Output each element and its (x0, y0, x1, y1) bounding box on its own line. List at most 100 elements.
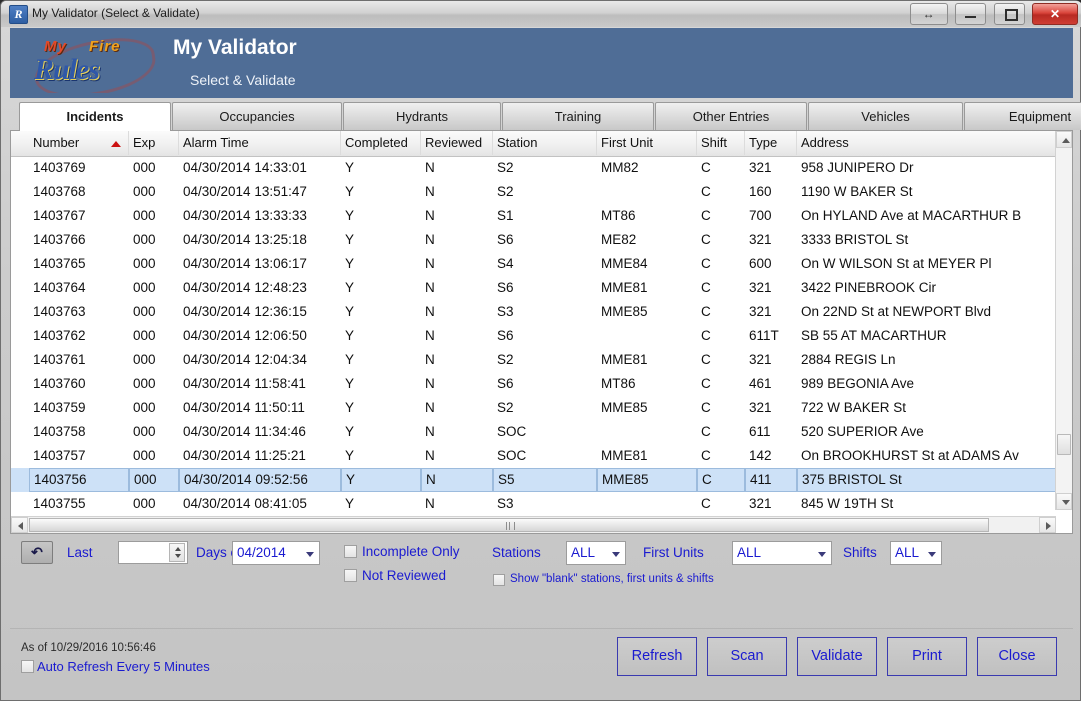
stepper-up-icon (175, 547, 181, 551)
table-row[interactable]: 140376800004/30/2014 13:51:47YNS2C160119… (11, 180, 1056, 204)
cell-address: 2884 REGIS Ln (797, 348, 1056, 372)
cell-exp: 000 (129, 180, 179, 204)
table-row[interactable]: 140376700004/30/2014 13:33:33YNS1MT86C70… (11, 204, 1056, 228)
cell-first_unit: MME81 (597, 444, 697, 468)
tab-vehicles[interactable]: Vehicles (808, 102, 963, 130)
print-button[interactable]: Print (887, 637, 967, 676)
cell-exp: 000 (129, 492, 179, 510)
minimize-icon (965, 16, 976, 18)
column-header-number[interactable]: Number (29, 131, 129, 155)
table-row[interactable]: 140376900004/30/2014 14:33:01YNS2MM82C32… (11, 156, 1056, 180)
cell-reviewed: N (421, 444, 493, 468)
tab-training[interactable]: Training (502, 102, 654, 130)
auto-refresh-label: Auto Refresh Every 5 Minutes (37, 659, 210, 674)
cell-number: 1403761 (29, 348, 129, 372)
cell-shift: C (697, 444, 745, 468)
column-header-type[interactable]: Type (745, 131, 797, 155)
incomplete-only-checkbox[interactable] (344, 545, 357, 558)
column-header-completed[interactable]: Completed (341, 131, 421, 155)
table-row[interactable]: 140376300004/30/2014 12:36:15YNS3MME85C3… (11, 300, 1056, 324)
cell-exp: 000 (129, 276, 179, 300)
cell-alarm_time: 04/30/2014 13:33:33 (179, 204, 341, 228)
cell-reviewed: N (421, 276, 493, 300)
cell-number: 1403756 (29, 468, 129, 492)
shifts-select[interactable]: ALL (890, 541, 942, 565)
days-stepper[interactable] (118, 541, 188, 564)
cell-alarm_time: 04/30/2014 11:58:41 (179, 372, 341, 396)
table-row[interactable]: 140376100004/30/2014 12:04:34YNS2MME81C3… (11, 348, 1056, 372)
cell-number: 1403766 (29, 228, 129, 252)
horizontal-scroll-thumb[interactable] (29, 518, 989, 532)
column-header-shift[interactable]: Shift (697, 131, 745, 155)
vertical-scroll-thumb[interactable] (1057, 434, 1071, 455)
cell-reviewed: N (421, 324, 493, 348)
column-header-reviewed[interactable]: Reviewed (421, 131, 493, 155)
cell-station: S6 (493, 324, 597, 348)
filter-bar: ↶ Last Days or 04/2014 Incomplete Only N… (10, 536, 1073, 598)
close-icon: ✕ (1033, 4, 1077, 24)
cell-address: On HYLAND Ave at MACARTHUR B (797, 204, 1056, 228)
column-header-first-unit[interactable]: First Unit (597, 131, 697, 155)
tab-other-entries[interactable]: Other Entries (655, 102, 807, 130)
table-row[interactable]: 140376500004/30/2014 13:06:17YNS4MME84C6… (11, 252, 1056, 276)
cell-number: 1403769 (29, 156, 129, 180)
stations-select[interactable]: ALL (566, 541, 626, 565)
table-row[interactable]: 140375900004/30/2014 11:50:11YNS2MME85C3… (11, 396, 1056, 420)
scroll-right-button[interactable] (1039, 517, 1056, 533)
close-button[interactable]: ✕ (1032, 3, 1078, 25)
refresh-button[interactable]: Refresh (617, 637, 697, 676)
cell-shift: C (697, 300, 745, 324)
month-select-value: 04/2014 (237, 545, 286, 560)
cell-type: 142 (745, 444, 797, 468)
scroll-down-button[interactable] (1056, 493, 1072, 510)
table-row[interactable]: 140375800004/30/2014 11:34:46YNSOCC61152… (11, 420, 1056, 444)
restore-size-button[interactable]: ↔ (910, 3, 948, 25)
chevron-down-icon (928, 552, 936, 557)
tab-occupancies[interactable]: Occupancies (172, 102, 342, 130)
table-row[interactable]: 140376000004/30/2014 11:58:41YNS6MT86C46… (11, 372, 1056, 396)
cell-shift: C (697, 468, 745, 492)
tab-equipment[interactable]: Equipment (964, 102, 1081, 130)
column-header-exp[interactable]: Exp (129, 131, 179, 155)
column-header-alarm-time[interactable]: Alarm Time (179, 131, 341, 155)
table-row[interactable]: 140375500004/30/2014 08:41:05YNS3C321845… (11, 492, 1056, 510)
horizontal-scrollbar[interactable] (11, 516, 1056, 533)
not-reviewed-checkbox[interactable] (344, 569, 357, 582)
column-header-address[interactable]: Address (797, 131, 1056, 155)
minimize-button[interactable] (955, 3, 986, 25)
scroll-thumb-grip-icon (506, 522, 515, 530)
tab-hydrants[interactable]: Hydrants (343, 102, 501, 130)
tab-incidents[interactable]: Incidents (19, 102, 171, 131)
table-row[interactable]: 140376600004/30/2014 13:25:18YNS6ME82C32… (11, 228, 1056, 252)
table-row[interactable]: 140375600004/30/2014 09:52:56YNS5MME85C4… (11, 468, 1056, 492)
first-units-select[interactable]: ALL (732, 541, 832, 565)
cell-address: On BROOKHURST St at ADAMS Av (797, 444, 1056, 468)
column-header-station[interactable]: Station (493, 131, 597, 155)
table-row[interactable]: 140375700004/30/2014 11:25:21YNSOCMME81C… (11, 444, 1056, 468)
cell-first_unit: MME81 (597, 348, 697, 372)
cell-exp: 000 (129, 372, 179, 396)
cell-reviewed: N (421, 204, 493, 228)
close-button[interactable]: Close (977, 637, 1057, 676)
cell-address: 520 SUPERIOR Ave (797, 420, 1056, 444)
validate-button[interactable]: Validate (797, 637, 877, 676)
days-stepper-buttons[interactable] (169, 543, 185, 562)
show-blank-checkbox[interactable] (493, 574, 505, 586)
scroll-left-button[interactable] (11, 517, 28, 533)
month-select[interactable]: 04/2014 (232, 541, 320, 565)
cell-address: 989 BEGONIA Ave (797, 372, 1056, 396)
app-header-banner: My Fire Rules My Validator Select & Vali… (10, 28, 1073, 98)
cell-station: S2 (493, 156, 597, 180)
cell-type: 321 (745, 228, 797, 252)
cell-station: S6 (493, 228, 597, 252)
scan-button[interactable]: Scan (707, 637, 787, 676)
application-window: R My Validator (Select & Validate) ↔ ✕ M… (0, 0, 1081, 701)
maximize-button[interactable] (994, 3, 1025, 25)
table-row[interactable]: 140376400004/30/2014 12:48:23YNS6MME81C3… (11, 276, 1056, 300)
auto-refresh-checkbox[interactable] (21, 660, 34, 673)
table-row[interactable]: 140376200004/30/2014 12:06:50YNS6C611TSB… (11, 324, 1056, 348)
reset-filters-button[interactable]: ↶ (21, 541, 53, 564)
scroll-up-button[interactable] (1056, 131, 1072, 148)
cell-completed: Y (341, 228, 421, 252)
vertical-scrollbar[interactable] (1055, 131, 1072, 510)
